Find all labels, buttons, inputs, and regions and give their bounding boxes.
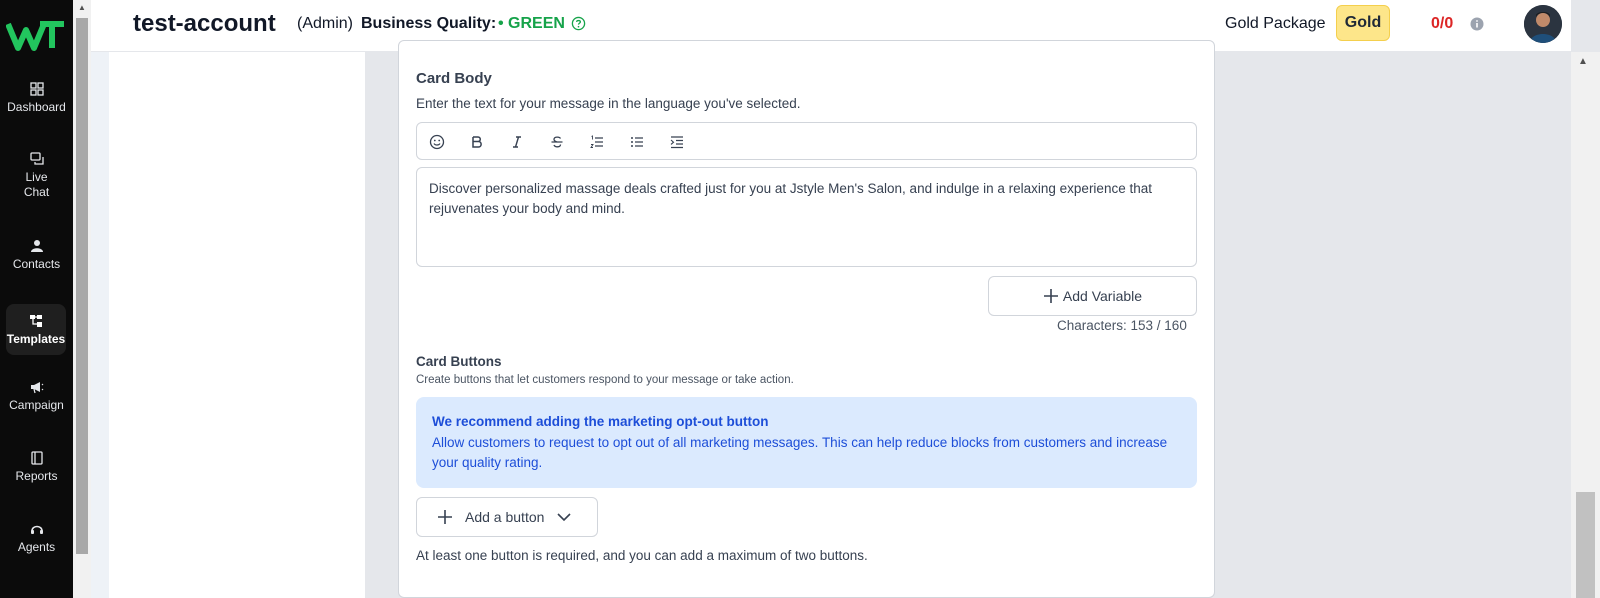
sidebar-item-label: Campaign	[9, 398, 64, 412]
add-variable-button[interactable]: Add Variable	[988, 276, 1197, 316]
sidebar-item-agents[interactable]: Agents	[0, 522, 73, 555]
add-a-button-label: Add a button	[465, 509, 545, 525]
headset-icon	[30, 525, 43, 534]
user-avatar[interactable]	[1524, 5, 1562, 43]
scroll-up-arrow-icon[interactable]: ▲	[1578, 56, 1588, 67]
info-icon[interactable]	[1470, 17, 1484, 31]
templates-icon	[30, 315, 42, 327]
scrollbar-thumb[interactable]	[76, 18, 88, 554]
sidebar-item-campaign[interactable]: Campaign	[0, 380, 73, 413]
strikethrough-icon[interactable]	[547, 132, 567, 152]
package-label: Gold Package	[1225, 15, 1326, 32]
character-count: Characters: 153 / 160	[1057, 318, 1187, 333]
sidebar-item-contacts[interactable]: Contacts	[0, 239, 73, 272]
formatting-toolbar	[416, 122, 1197, 160]
business-quality-label: Business Quality:	[361, 15, 497, 32]
account-name: test-account	[133, 10, 276, 37]
sidebar: Dashboard Live Chat Contacts Templates C…	[0, 0, 73, 598]
sidebar-scrollbar[interactable]: ▲	[73, 0, 91, 598]
button-requirement-note: At least one button is required, and you…	[416, 548, 868, 563]
card-buttons-title: Card Buttons	[416, 354, 502, 369]
chat-icon	[29, 152, 44, 165]
report-icon	[30, 451, 43, 465]
scrollbar-thumb[interactable]	[1576, 492, 1595, 598]
recommendation-text: Allow customers to request to opt out of…	[432, 435, 1168, 470]
sidebar-item-label: Templates	[6, 332, 66, 346]
dashboard-icon	[29, 82, 44, 96]
scroll-up-arrow-icon[interactable]: ▲	[78, 3, 86, 12]
business-quality-value: • GREEN	[498, 15, 565, 32]
sidebar-item-label: Dashboard	[7, 100, 66, 114]
italic-icon[interactable]	[507, 132, 527, 152]
sidebar-item-templates[interactable]: Templates	[6, 304, 66, 355]
account-role: (Admin)	[297, 15, 354, 32]
ordered-list-icon[interactable]	[587, 132, 607, 152]
card-body-description: Enter the text for your message in the l…	[416, 96, 801, 111]
card-body-textarea[interactable]: Discover personalized massage deals craf…	[416, 167, 1197, 267]
bold-icon[interactable]	[467, 132, 487, 152]
opt-out-recommendation: We recommend adding the marketing opt-ou…	[416, 397, 1197, 488]
add-variable-label: Add Variable	[1062, 288, 1143, 304]
bullet-list-icon[interactable]	[627, 132, 647, 152]
emoji-icon[interactable]	[427, 132, 447, 152]
package-badge[interactable]: Gold	[1336, 5, 1390, 41]
plus-icon	[438, 510, 452, 524]
page-scrollbar[interactable]: ▲	[1571, 52, 1600, 598]
sidebar-item-reports[interactable]: Reports	[0, 451, 73, 484]
sidebar-item-dashboard[interactable]: Dashboard	[0, 82, 73, 115]
sidebar-item-label: Agents	[17, 540, 56, 554]
left-panel	[109, 52, 365, 598]
help-circle-icon[interactable]	[571, 16, 586, 31]
indent-icon[interactable]	[667, 132, 687, 152]
sidebar-item-label: Contacts	[12, 257, 61, 271]
megaphone-icon	[30, 382, 43, 394]
chevron-down-icon	[557, 513, 571, 522]
sidebar-item-live-chat[interactable]: Live Chat	[0, 152, 73, 200]
user-icon	[30, 240, 43, 252]
sidebar-item-label: Live Chat	[23, 170, 50, 199]
card-buttons-description: Create buttons that let customers respon…	[416, 374, 794, 386]
recommendation-title: We recommend adding the marketing opt-ou…	[432, 414, 769, 429]
content-gutter	[91, 52, 109, 598]
avatar-image	[1524, 5, 1562, 43]
plus-icon	[1043, 289, 1058, 303]
sidebar-item-label: Reports	[15, 469, 58, 483]
credits-counter: 0/0	[1431, 15, 1454, 32]
card-body-title: Card Body	[416, 70, 492, 87]
add-a-button-dropdown[interactable]: Add a button	[416, 497, 598, 537]
app-logo[interactable]	[6, 18, 66, 52]
